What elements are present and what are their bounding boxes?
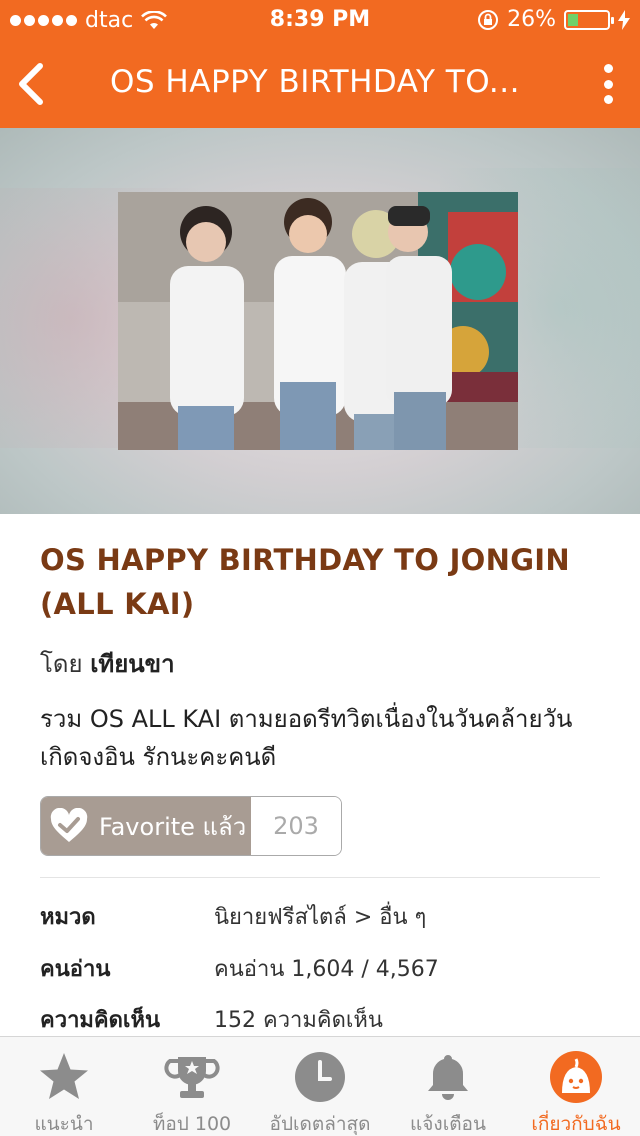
orientation-lock-icon: [478, 9, 499, 30]
favorite-control[interactable]: Favorite แล้ว 203: [40, 796, 342, 856]
tab-recommended[interactable]: แนะนำ: [0, 1037, 128, 1136]
status-bar: dtac 8:39 PM 26%: [0, 0, 640, 40]
tab-notifications[interactable]: แจ้งเตือน: [384, 1037, 512, 1136]
cover-image: [118, 192, 518, 450]
favorite-button[interactable]: Favorite แล้ว: [41, 797, 251, 855]
tab-about-me[interactable]: เกี่ยวกับฉัน: [512, 1037, 640, 1136]
tab-label: เกี่ยวกับฉัน: [531, 1113, 621, 1135]
charging-bolt-icon: [618, 9, 630, 30]
star-icon: [40, 1053, 88, 1099]
favorite-label: Favorite แล้ว: [99, 812, 247, 841]
bell-icon: [428, 1055, 468, 1100]
tab-bar: แนะนำ ท็อป 100 อัปเดตล่าสุด แจ้งเตือน เก…: [0, 1036, 640, 1136]
info-value: คนอ่าน 1,604 / 4,567: [214, 957, 439, 982]
author-line: โดย เทียนขา: [40, 644, 175, 683]
battery-icon: [564, 9, 614, 30]
navigation-bar: OS HAPPY BIRTHDAY TO...: [0, 40, 640, 128]
tab-label: อัปเดตล่าสุด: [269, 1113, 371, 1135]
tab-latest-update[interactable]: อัปเดตล่าสุด: [256, 1037, 384, 1136]
tab-top100[interactable]: ท็อป 100: [128, 1037, 256, 1136]
nav-title: OS HAPPY BIRTHDAY TO...: [110, 64, 520, 100]
tab-label: ท็อป 100: [152, 1113, 232, 1135]
info-key: คนอ่าน: [40, 957, 111, 982]
more-vertical-icon[interactable]: [598, 64, 618, 104]
back-chevron-icon[interactable]: [12, 60, 52, 108]
tab-label: แนะนำ: [34, 1113, 94, 1135]
cover-banner: [0, 128, 640, 514]
info-key: หมวด: [40, 905, 96, 930]
favorite-count: 203: [251, 797, 341, 855]
info-value[interactable]: นิยายฟรีสไตล์ > อื่น ๆ: [214, 899, 426, 934]
divider: [40, 877, 600, 878]
info-key: ความคิดเห็น: [40, 1008, 160, 1033]
clock-icon: [295, 1052, 345, 1102]
profile-avatar-icon: [550, 1051, 602, 1103]
battery-percent: 26%: [507, 7, 556, 32]
story-title: OS HAPPY BIRTHDAY TO JONGIN (ALL KAI): [40, 543, 570, 621]
story-description: รวม OS ALL KAI ตามยอดรีทวิตเนื่องในวันคล…: [40, 705, 573, 771]
info-value[interactable]: 152 ความคิดเห็น: [214, 1002, 383, 1037]
heart-check-icon: [50, 808, 88, 842]
author-name[interactable]: เทียนขา: [90, 650, 174, 678]
trophy-icon: [164, 1057, 220, 1098]
tab-label: แจ้งเตือน: [410, 1113, 486, 1135]
author-prefix: โดย: [40, 650, 83, 678]
